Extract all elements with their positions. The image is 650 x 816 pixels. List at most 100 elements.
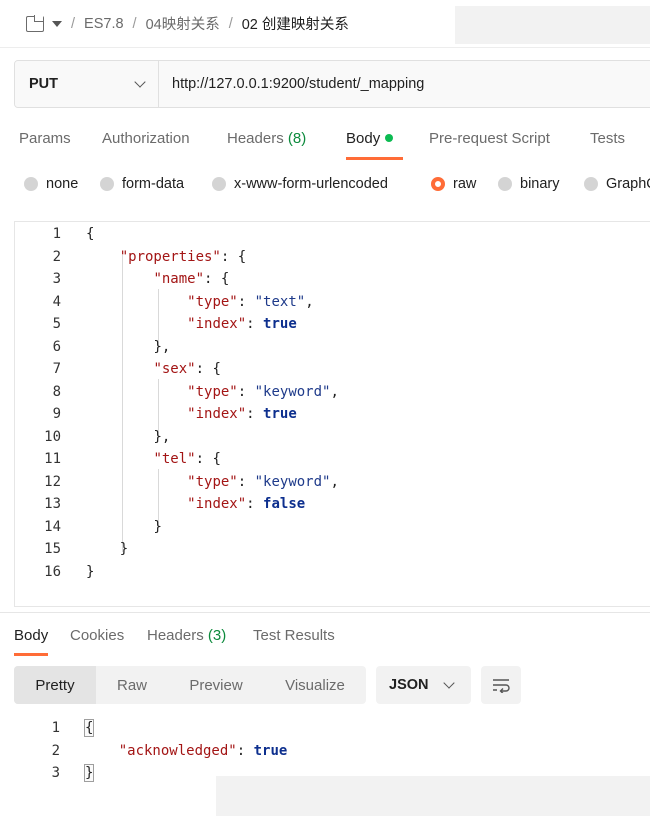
radio-binary[interactable]: binary (498, 176, 560, 192)
tab-body[interactable]: Body (346, 130, 404, 160)
radio-none[interactable]: none (24, 176, 78, 192)
tab-label: Cookies (70, 627, 125, 644)
code-text: }, (153, 338, 171, 355)
code-line: 6 }, (15, 336, 650, 358)
code-line: 1{ (14, 717, 650, 739)
code-line: 16} (15, 561, 650, 583)
tab-label: Body (14, 627, 49, 644)
tab-headers[interactable]: Headers (8) (227, 130, 306, 147)
code-text: } (83, 764, 95, 782)
radio-graphql[interactable]: GraphQL (584, 176, 650, 192)
radio-circle (24, 177, 38, 191)
code-text: { (83, 719, 95, 737)
tab-params[interactable]: Params (19, 130, 71, 147)
request-url-bar: PUT http://127.0.0.1:9200/student/_mappi… (14, 60, 650, 108)
tab-label: Authorization (102, 130, 190, 147)
tab-label: Headers (147, 627, 204, 644)
code-line: 9 "index": true (15, 403, 650, 425)
code-line: 4 "type": "text", (15, 291, 650, 313)
code-text: "type": "text", (187, 293, 314, 310)
line-number: 1 (51, 720, 60, 736)
radio-label: binary (520, 176, 560, 192)
code-line: 2 "acknowledged": true (14, 740, 650, 762)
method-select[interactable]: PUT (15, 61, 159, 107)
code-text: "sex": { (153, 361, 221, 377)
format-label: JSON (389, 677, 429, 693)
radio-circle (584, 177, 598, 191)
code-line: 3 "name": { (15, 268, 650, 290)
tab-response-body[interactable]: Body (14, 627, 49, 656)
radio-form-data[interactable]: form-data (100, 176, 184, 192)
view-raw-button[interactable]: Raw (96, 666, 168, 704)
tab-label: Tests (590, 130, 626, 147)
code-text: "type": "keyword", (187, 473, 339, 490)
tab-cookies[interactable]: Cookies (70, 627, 124, 644)
tab-label: Pre-request Script (429, 130, 550, 147)
view-preview-button[interactable]: Preview (168, 666, 264, 704)
line-number: 4 (52, 293, 61, 310)
radio-circle (212, 177, 226, 191)
collection-icon[interactable] (26, 14, 44, 32)
view-visualize-button[interactable]: Visualize (264, 666, 366, 704)
radio-circle (498, 177, 512, 191)
pane-divider[interactable] (0, 612, 650, 613)
line-number: 1 (52, 226, 61, 242)
code-line: 10 }, (15, 426, 650, 448)
tab-tests[interactable]: Tests (590, 130, 625, 147)
line-number: 7 (52, 361, 61, 377)
headers-count: (8) (287, 130, 307, 147)
tab-pre-request-script[interactable]: Pre-request Script (429, 130, 550, 147)
status-bar-area (216, 776, 650, 816)
radio-x-www-form-urlencoded[interactable]: x-www-form-urlencoded (212, 176, 388, 192)
code-text: "index": false (187, 496, 306, 512)
chevron-down-icon (443, 677, 455, 689)
line-number: 9 (52, 406, 61, 422)
line-number: 14 (44, 518, 61, 535)
url-input[interactable]: http://127.0.0.1:9200/student/_mapping (159, 61, 650, 107)
code-line: 15 } (15, 538, 650, 560)
breadcrumb-separator: / (71, 15, 76, 32)
breadcrumb-item-folder[interactable]: 04映射关系 (146, 13, 220, 34)
line-number: 8 (52, 383, 61, 400)
tab-response-headers[interactable]: Headers (3) (147, 627, 226, 644)
caret-down-icon[interactable] (52, 20, 62, 27)
line-number: 3 (51, 765, 60, 781)
code-line: 7 "sex": { (15, 358, 650, 380)
breadcrumb-item-request[interactable]: 02 创建映射关系 (242, 13, 349, 34)
radio-label: none (46, 176, 79, 192)
breadcrumb-item-collection[interactable]: ES7.8 (84, 16, 124, 32)
code-text: "index": true (187, 406, 297, 422)
headers-count: (3) (207, 627, 227, 644)
response-view-toggle: Pretty Raw Preview Visualize (14, 666, 366, 704)
wrap-lines-button[interactable] (481, 666, 521, 704)
line-number: 6 (52, 338, 61, 355)
line-number: 5 (52, 316, 61, 332)
tab-label: Headers (227, 130, 284, 147)
line-number: 13 (44, 496, 61, 512)
code-line: 2 "properties": { (15, 246, 650, 268)
tab-label: Test Results (253, 627, 335, 644)
line-number: 2 (52, 248, 61, 265)
breadcrumb-separator: / (228, 15, 233, 32)
wrap-lines-icon (493, 679, 510, 693)
code-text: }, (153, 428, 171, 445)
code-text: } (119, 541, 129, 557)
tab-test-results[interactable]: Test Results (253, 627, 335, 644)
view-pretty-button[interactable]: Pretty (14, 666, 96, 704)
code-text: { (86, 226, 95, 242)
code-line: 14 } (15, 516, 650, 538)
radio-label: x-www-form-urlencoded (234, 176, 388, 192)
active-tab-underline (14, 653, 49, 656)
code-text: "tel": { (153, 451, 221, 467)
radio-raw[interactable]: raw (431, 176, 476, 192)
tab-authorization[interactable]: Authorization (102, 130, 190, 147)
line-number: 11 (44, 451, 61, 467)
code-text: "name": { (153, 271, 230, 287)
request-tabs: Params Authorization Headers (8) Body Pr… (0, 120, 650, 160)
line-number: 16 (44, 563, 61, 580)
radio-label: raw (453, 176, 477, 192)
radio-label: form-data (122, 176, 185, 192)
line-number: 12 (44, 473, 61, 490)
response-format-select[interactable]: JSON (376, 666, 471, 704)
request-body-editor[interactable]: 1{2 "properties": {3 "name": {4 "type": … (14, 221, 650, 607)
